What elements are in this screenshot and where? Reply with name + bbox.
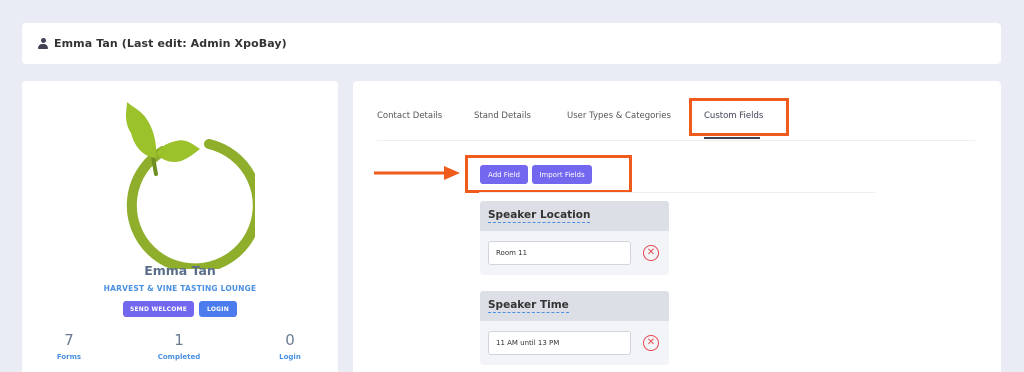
company-name[interactable]: HARVEST & VINE TASTING LOUNGE bbox=[22, 284, 338, 293]
annotation-box-buttons bbox=[465, 155, 632, 193]
profile-actions: SEND WELCOME LOGIN bbox=[22, 301, 338, 317]
stat-value: 7 bbox=[64, 331, 74, 349]
stat-label: Forms bbox=[56, 353, 82, 361]
custom-field-title[interactable]: Speaker Time bbox=[488, 299, 569, 313]
user-icon bbox=[38, 38, 48, 49]
stat-label: Login bbox=[279, 353, 301, 361]
stat-forms[interactable]: 7 Forms bbox=[39, 331, 99, 361]
tab-contact-details[interactable]: Contact Details bbox=[377, 111, 442, 121]
custom-field-card: Speaker Time ✕ bbox=[480, 291, 669, 365]
profile-card: Emma Tan HARVEST & VINE TASTING LOUNGE S… bbox=[22, 81, 338, 372]
custom-field-header: Speaker Location bbox=[480, 201, 669, 231]
send-welcome-button[interactable]: SEND WELCOME bbox=[123, 301, 194, 317]
custom-field-title[interactable]: Speaker Location bbox=[488, 209, 591, 223]
tabs-divider bbox=[377, 140, 975, 141]
toolbar-divider bbox=[479, 192, 875, 193]
annotation-box-tab bbox=[689, 98, 789, 136]
stat-value: 1 bbox=[174, 331, 184, 349]
leaf-circle-logo bbox=[126, 102, 255, 269]
stat-label: Completed bbox=[157, 353, 201, 361]
custom-field-input[interactable] bbox=[488, 331, 631, 355]
remove-circle-icon[interactable]: ✕ bbox=[643, 245, 659, 261]
page-header: Emma Tan (Last edit: Admin XpoBay) bbox=[22, 23, 1001, 64]
stat-value: 0 bbox=[285, 331, 295, 349]
custom-field-body: ✕ bbox=[480, 231, 669, 275]
custom-field-header: Speaker Time bbox=[480, 291, 669, 321]
profile-name: Emma Tan bbox=[144, 263, 216, 278]
stat-login[interactable]: 0 Login bbox=[260, 331, 320, 361]
content-card: Contact Details Stand Details User Types… bbox=[353, 81, 1001, 372]
custom-field-input[interactable] bbox=[488, 241, 631, 265]
active-tab-indicator bbox=[704, 137, 760, 139]
tab-stand-details[interactable]: Stand Details bbox=[474, 111, 531, 121]
stat-completed[interactable]: 1 Completed bbox=[149, 331, 209, 361]
tab-user-types-categories[interactable]: User Types & Categories bbox=[567, 111, 671, 121]
remove-circle-icon[interactable]: ✕ bbox=[643, 335, 659, 351]
page-title: Emma Tan (Last edit: Admin XpoBay) bbox=[54, 37, 287, 50]
login-button[interactable]: LOGIN bbox=[199, 301, 237, 317]
annotation-arrow-icon bbox=[374, 166, 460, 180]
custom-field-body: ✕ bbox=[480, 321, 669, 365]
custom-field-card: Speaker Location ✕ bbox=[480, 201, 669, 275]
